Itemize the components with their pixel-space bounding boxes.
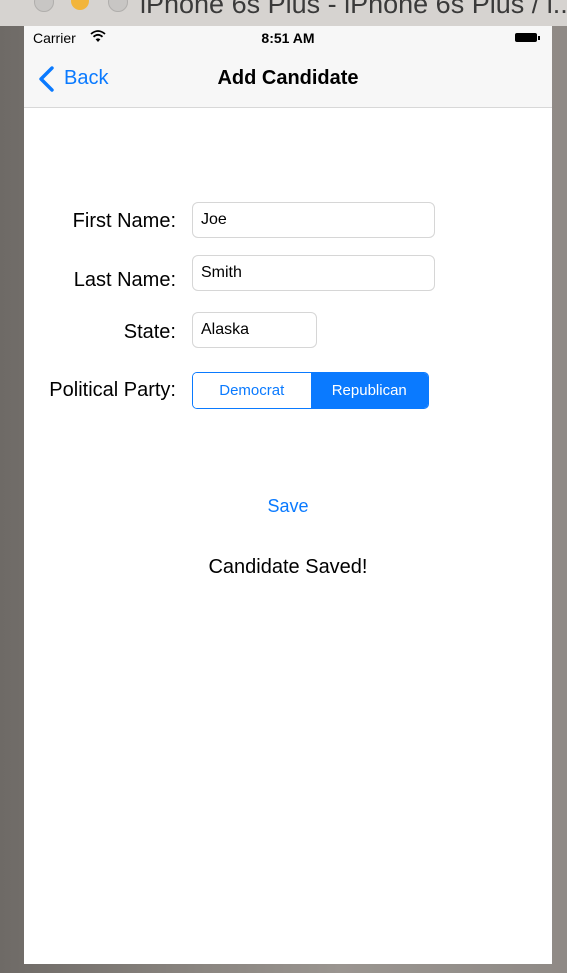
political-party-label: Political Party:: [49, 379, 176, 401]
navigation-bar: Add Candidate Back: [24, 52, 552, 108]
segment-democrat[interactable]: Democrat: [193, 373, 311, 408]
state-field[interactable]: [192, 312, 317, 348]
last-name-field[interactable]: [192, 255, 435, 291]
save-button[interactable]: Save: [24, 496, 552, 517]
state-label: State:: [123, 321, 176, 343]
segment-republican[interactable]: Republican: [310, 373, 428, 408]
battery-tip: [538, 36, 540, 40]
political-party-segmented-control: Democrat Republican: [192, 372, 429, 409]
window-minimize-button[interactable]: [71, 0, 89, 10]
window-zoom-button[interactable]: [108, 0, 128, 12]
status-time: 8:51 AM: [261, 30, 315, 46]
last-name-label: Last Name:: [73, 269, 176, 291]
status-message: Candidate Saved!: [208, 556, 368, 578]
window-close-button[interactable]: [34, 0, 54, 12]
back-button-label: Back: [64, 67, 109, 89]
simulator-titlebar: iPhone 6s Plus - iPhone 6s Plus / i...: [0, 0, 567, 26]
first-name-field[interactable]: [192, 202, 435, 238]
status-bar: Carrier 8:51 AM: [24, 26, 552, 52]
back-chevron-icon: [39, 66, 54, 92]
first-name-label: First Name:: [72, 210, 176, 232]
battery-icon: [515, 33, 537, 42]
phone-screen: Carrier 8:51 AM Add Candidate Back First…: [24, 26, 552, 964]
simulator-title: iPhone 6s Plus - iPhone 6s Plus / i...: [140, 0, 567, 19]
